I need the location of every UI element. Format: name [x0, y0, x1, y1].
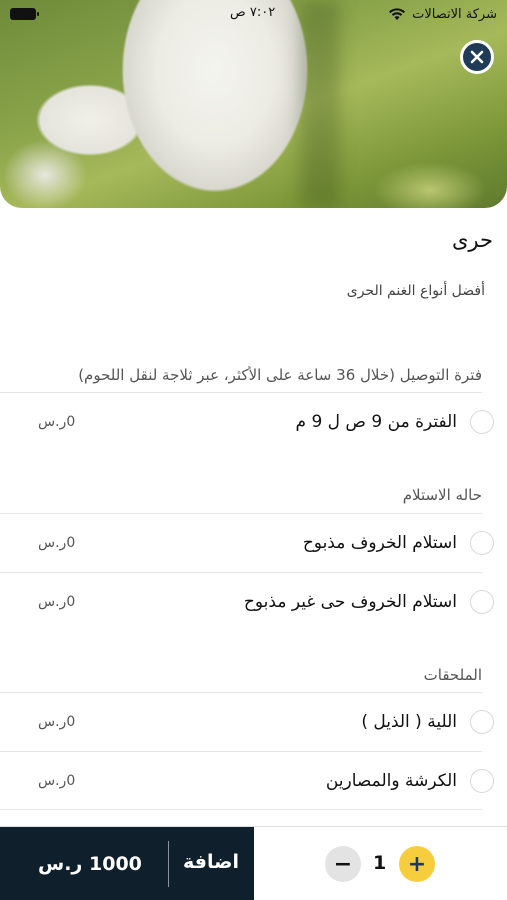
- option-price: 0ر.س: [38, 414, 76, 430]
- battery-icon: [10, 8, 39, 20]
- section-title-receipt: حاله الاستلام: [402, 486, 482, 504]
- minus-icon: −: [333, 851, 353, 877]
- plus-icon: +: [407, 851, 427, 877]
- carrier-name: شركة الاتصالات: [412, 6, 497, 22]
- status-right: شركة الاتصالات: [388, 7, 497, 22]
- option-tripe[interactable]: الكرشة والمصارين 0ر.س: [0, 751, 494, 810]
- option-label: الكرشة والمصارين: [325, 770, 457, 791]
- decrease-quantity-button[interactable]: −: [325, 846, 361, 882]
- status-time: ٧:٠٢ ص: [230, 5, 276, 20]
- radio-button[interactable]: [470, 710, 494, 734]
- option-price: 0ر.س: [38, 594, 76, 610]
- option-delivery-period[interactable]: الفترة من 9 ص ل 9 م 0ر.س: [0, 392, 494, 451]
- add-label: اضافة: [183, 851, 239, 873]
- close-button[interactable]: [460, 40, 494, 74]
- divider: [168, 841, 169, 887]
- option-tail[interactable]: اللية ( الذيل ) 0ر.س: [0, 692, 494, 751]
- quantity-value: 1: [373, 852, 387, 874]
- option-label: الفترة من 9 ص ل 9 م: [295, 412, 458, 432]
- product-image: [0, 0, 507, 208]
- option-live[interactable]: استلام الخروف حى غير مذبوح 0ر.س: [0, 572, 494, 631]
- option-price: 0ر.س: [38, 772, 76, 789]
- radio-button[interactable]: [470, 410, 494, 434]
- option-label: اللية ( الذيل ): [361, 712, 457, 732]
- product-name: حرى: [451, 228, 493, 252]
- section-title-extras: الملحقات: [423, 666, 482, 684]
- cart-bar: 1000 ر.س اضافة − 1 +: [0, 826, 507, 900]
- add-to-cart-button[interactable]: 1000 ر.س اضافة: [0, 827, 254, 900]
- increase-quantity-button[interactable]: +: [399, 846, 435, 882]
- close-icon: [470, 50, 484, 64]
- radio-button[interactable]: [470, 531, 494, 555]
- option-label: استلام الخروف حى غير مذبوح: [243, 592, 457, 612]
- radio-button[interactable]: [470, 768, 494, 793]
- option-price: 0ر.س: [38, 714, 76, 730]
- radio-button[interactable]: [470, 590, 494, 614]
- option-price: 0ر.س: [38, 535, 76, 551]
- option-label: استلام الخروف مذبوح: [302, 533, 457, 553]
- wifi-icon: [389, 8, 406, 20]
- option-slaughtered[interactable]: استلام الخروف مذبوح 0ر.س: [0, 513, 494, 572]
- total-price: 1000 ر.س: [38, 853, 142, 875]
- section-title-delivery: فترة التوصيل (خلال 36 ساعة على الأكثر، ع…: [78, 366, 482, 384]
- product-description: أفضل أنواع الغنم الحرى: [346, 283, 485, 299]
